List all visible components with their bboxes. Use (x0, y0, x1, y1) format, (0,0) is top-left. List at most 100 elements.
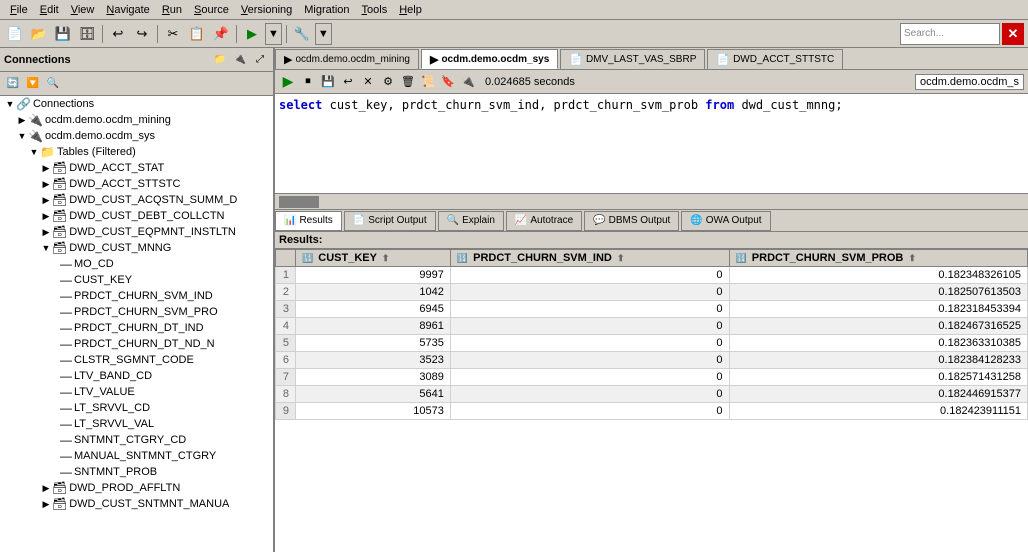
editor-cancel-btn[interactable]: ✕ (359, 73, 377, 91)
tree-cust-key[interactable]: — CUST_KEY (0, 272, 273, 288)
debug-dropdown[interactable]: ▼ (315, 23, 332, 45)
expand-dwd-cust-eqpmnt[interactable]: ▶ (40, 226, 52, 238)
horizontal-scrollbar[interactable] (275, 194, 1028, 210)
tab-ocdm-mining[interactable]: ▶ ocdm.demo.ocdm_mining (275, 49, 419, 69)
scroll-thumb[interactable] (279, 196, 319, 208)
undo-btn[interactable]: ↩ (107, 23, 129, 45)
table-row[interactable]: 8 5641 0 0.182446915377 (276, 386, 1028, 403)
editor-commit-btn[interactable]: 💾 (319, 73, 337, 91)
expand-dwd-cust-debt[interactable]: ▶ (40, 210, 52, 222)
error-btn[interactable]: ✕ (1002, 23, 1024, 45)
table-row[interactable]: 5 5735 0 0.182363310385 (276, 335, 1028, 352)
debug-btn[interactable]: 🔧 (291, 23, 313, 45)
tree-dwd-acct-stat[interactable]: ▶ 🗃 DWD_ACCT_STAT (0, 160, 273, 176)
table-row[interactable]: 9 10573 0 0.182423911151 (276, 403, 1028, 420)
results-tab-script[interactable]: 📄 Script Output (344, 211, 436, 231)
expand-tables[interactable]: ▼ (28, 146, 40, 158)
tree-ocdm-mining[interactable]: ▶ 🔌 ocdm.demo.ocdm_mining (0, 112, 273, 128)
save-all-btn[interactable]: 🗄 (76, 23, 98, 45)
tree-dwd-cust-sntmnt-manua[interactable]: ▶ 🗃 DWD_CUST_SNTMNT_MANUA (0, 496, 273, 512)
open-btn[interactable]: 📂 (28, 23, 50, 45)
table-row[interactable]: 1 9997 0 0.182348326105 (276, 267, 1028, 284)
expand-dwd-acct-sttstc[interactable]: ▶ (40, 178, 52, 190)
expand-dwd-prod-affltn[interactable]: ▶ (40, 482, 52, 494)
table-row[interactable]: 6 3523 0 0.182384128233 (276, 352, 1028, 369)
editor-bookmark-btn[interactable]: 🔖 (439, 73, 457, 91)
tree-sntmnt-prob[interactable]: — SNTMNT_PROB (0, 464, 273, 480)
expand-dwd-cust-mnng[interactable]: ▼ (40, 242, 52, 254)
expand-ocdm-mining[interactable]: ▶ (16, 114, 28, 126)
editor-history-btn[interactable]: 📜 (419, 73, 437, 91)
tree-prdct-churn-svm-pro[interactable]: — PRDCT_CHURN_SVM_PRO (0, 304, 273, 320)
tree-clstr-sgmnt-code[interactable]: — CLSTR_SGMNT_CODE (0, 352, 273, 368)
tree-dwd-cust-debt[interactable]: ▶ 🗃 DWD_CUST_DEBT_COLLCTN (0, 208, 273, 224)
expand-dwd-cust-sntmnt-manua[interactable]: ▶ (40, 498, 52, 510)
search-tree-btn[interactable]: 🔍 (44, 75, 62, 93)
tree-mo-cd[interactable]: — MO_CD (0, 256, 273, 272)
menu-view[interactable]: View (65, 3, 101, 17)
copy-btn[interactable]: 📋 (186, 23, 208, 45)
results-tab-dbms[interactable]: 💬 DBMS Output (584, 211, 679, 231)
filter-btn[interactable]: 🔽 (24, 75, 42, 93)
table-row[interactable]: 2 1042 0 0.182507613503 (276, 284, 1028, 301)
menu-help[interactable]: Help (393, 3, 428, 17)
menu-versioning[interactable]: Versioning (235, 3, 298, 17)
search-btn[interactable]: Search... (900, 23, 1000, 45)
tab-dwd-acct-sttstc[interactable]: 📄 DWD_ACCT_STTSTC (707, 49, 843, 69)
col-header-cust-key[interactable]: 🔢 CUST_KEY ⬆ (296, 250, 451, 267)
expand-ocdm-sys[interactable]: ▼ (16, 130, 28, 142)
tree-manual-sntmnt-ctgry[interactable]: — MANUAL_SNTMNT_CTGRY (0, 448, 273, 464)
editor-connect-btn[interactable]: 🔌 (459, 73, 477, 91)
connect-btn[interactable]: 🔌 (231, 51, 249, 69)
expand-panel-btn[interactable]: ⤢ (251, 51, 269, 69)
cut-btn[interactable]: ✂ (162, 23, 184, 45)
tree-dwd-cust-eqpmnt[interactable]: ▶ 🗃 DWD_CUST_EQPMNT_INSTLTN (0, 224, 273, 240)
tree-sntmnt-ctgry-cd[interactable]: — SNTMNT_CTGRY_CD (0, 432, 273, 448)
table-row[interactable]: 7 3089 0 0.182571431258 (276, 369, 1028, 386)
tree-prdct-churn-dt-nd-n[interactable]: — PRDCT_CHURN_DT_ND_N (0, 336, 273, 352)
new-connection-btn[interactable]: 📁 (211, 51, 229, 69)
menu-tools[interactable]: Tools (356, 3, 394, 17)
save-btn[interactable]: 💾 (52, 23, 74, 45)
tree-connections-root[interactable]: ▼ 🔗 Connections (0, 96, 273, 112)
sql-editor[interactable]: select cust_key, prdct_churn_svm_ind, pr… (275, 94, 1028, 194)
menu-migration[interactable]: Migration (298, 3, 355, 17)
results-tab-owa[interactable]: 🌐 OWA Output (681, 211, 770, 231)
menu-source[interactable]: Source (188, 3, 235, 17)
results-tab-explain[interactable]: 🔍 Explain (438, 211, 504, 231)
tab-dmv-last-vas[interactable]: 📄 DMV_LAST_VAS_SBRP (560, 49, 705, 69)
redo-btn[interactable]: ↪ (131, 23, 153, 45)
expand-dwd-acct-stat[interactable]: ▶ (40, 162, 52, 174)
editor-format-btn[interactable]: ⚙ (379, 73, 397, 91)
tree-dwd-cust-mnng[interactable]: ▼ 🗃 DWD_CUST_MNNG (0, 240, 273, 256)
run-btn[interactable]: ▶ (241, 23, 263, 45)
tree-dwd-prod-affltn[interactable]: ▶ 🗃 DWD_PROD_AFFLTN (0, 480, 273, 496)
col-header-prdct-churn-svm-prob[interactable]: 🔢 PRDCT_CHURN_SVM_PROB ⬆ (729, 250, 1027, 267)
new-btn[interactable]: 📄 (4, 23, 26, 45)
editor-clear-btn[interactable]: 🗑 (399, 73, 417, 91)
menu-navigate[interactable]: Navigate (100, 3, 155, 17)
tree-ltv-band-cd[interactable]: — LTV_BAND_CD (0, 368, 273, 384)
tree-dwd-acct-sttstc[interactable]: ▶ 🗃 DWD_ACCT_STTSTC (0, 176, 273, 192)
menu-file[interactable]: File (4, 3, 34, 17)
tree-ltv-value[interactable]: — LTV_VALUE (0, 384, 273, 400)
refresh-btn[interactable]: 🔄 (4, 75, 22, 93)
menu-run[interactable]: Run (156, 3, 188, 17)
tab-ocdm-sys[interactable]: ▶ ocdm.demo.ocdm_sys (421, 49, 558, 69)
data-table-container[interactable]: 🔢 CUST_KEY ⬆ 🔢 PRDCT_CHURN_SVM_IND ⬆ (275, 249, 1028, 552)
menu-edit[interactable]: Edit (34, 3, 65, 17)
tree-prdct-churn-svm-ind[interactable]: — PRDCT_CHURN_SVM_IND (0, 288, 273, 304)
tree-lt-srvvl-cd[interactable]: — LT_SRVVL_CD (0, 400, 273, 416)
results-tab-results[interactable]: 📊 Results (275, 211, 342, 231)
paste-btn[interactable]: 📌 (210, 23, 232, 45)
run-dropdown[interactable]: ▼ (265, 23, 282, 45)
tree-prdct-churn-dt-ind[interactable]: — PRDCT_CHURN_DT_IND (0, 320, 273, 336)
editor-rollback-btn[interactable]: ↩ (339, 73, 357, 91)
table-row[interactable]: 3 6945 0 0.182318453394 (276, 301, 1028, 318)
tree-tables-filtered[interactable]: ▼ 📁 Tables (Filtered) (0, 144, 273, 160)
editor-stop-btn[interactable]: ⏹ (299, 73, 317, 91)
expand-connections[interactable]: ▼ (4, 98, 16, 110)
col-header-prdct-churn-svm-ind[interactable]: 🔢 PRDCT_CHURN_SVM_IND ⬆ (450, 250, 729, 267)
results-tab-autotrace[interactable]: 📈 Autotrace (506, 211, 582, 231)
tree-lt-srvvl-val[interactable]: — LT_SRVVL_VAL (0, 416, 273, 432)
